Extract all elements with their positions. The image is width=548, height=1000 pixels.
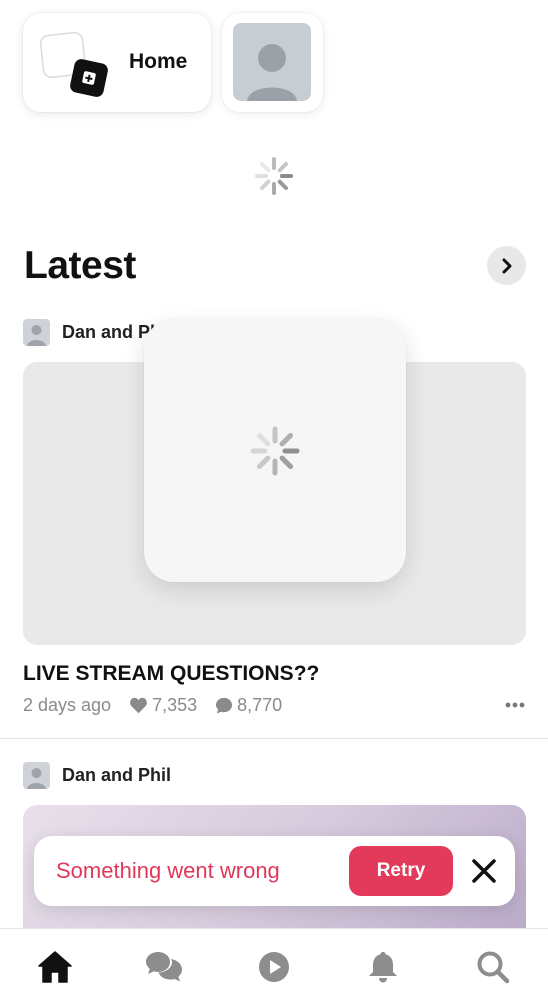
play-icon <box>259 952 289 982</box>
home-app-icon: ✚ <box>39 31 108 97</box>
post-author-row[interactable]: Dan and Phil <box>23 761 171 789</box>
loading-spinner-icon <box>255 157 293 195</box>
home-tile-label: Home <box>129 50 188 73</box>
retry-button[interactable]: Retry <box>349 846 453 896</box>
home-icon <box>38 951 72 983</box>
bell-icon <box>369 952 397 983</box>
author-avatar-icon <box>23 761 50 789</box>
avatar-placeholder-icon <box>233 23 311 101</box>
chat-icon <box>146 952 182 982</box>
bottom-nav <box>0 928 548 1000</box>
search-icon <box>477 951 510 984</box>
author-name: Dan and Phil <box>62 764 172 785</box>
chevron-right-icon <box>502 258 511 273</box>
comment-icon[interactable] <box>215 697 233 714</box>
home-tile[interactable]: ✚ Home <box>23 13 211 112</box>
nav-notifications[interactable] <box>363 947 403 987</box>
post-title[interactable]: LIVE STREAM QUESTIONS?? <box>23 662 319 686</box>
error-message: Something went wrong <box>56 858 280 883</box>
error-toast: Something went wrong Retry <box>34 836 515 906</box>
nav-videos[interactable] <box>254 947 294 987</box>
close-icon[interactable] <box>470 857 498 885</box>
nav-home[interactable] <box>35 947 75 987</box>
comments-count: 8,770 <box>237 694 283 715</box>
loading-spinner-icon <box>250 426 300 476</box>
profile-tile[interactable] <box>222 13 323 112</box>
nav-chat[interactable] <box>144 947 184 987</box>
likes-count: 7,353 <box>152 694 198 715</box>
author-avatar-icon <box>23 318 50 346</box>
loading-overlay <box>144 319 406 582</box>
section-title: Latest <box>24 244 136 287</box>
post-meta: 2 days ago 7,353 8,770 <box>23 694 282 716</box>
post-divider <box>0 738 548 739</box>
more-options-icon[interactable] <box>504 699 526 711</box>
see-more-button[interactable] <box>487 246 526 285</box>
heart-icon[interactable] <box>129 697 148 714</box>
post-age: 2 days ago <box>23 694 112 715</box>
nav-search[interactable] <box>473 947 513 987</box>
